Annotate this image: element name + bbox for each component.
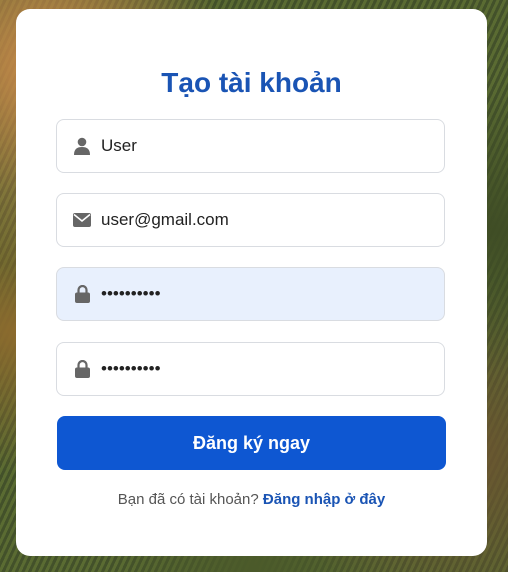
lock-icon xyxy=(73,285,91,303)
page-title: Tạo tài khoản xyxy=(161,67,342,98)
register-button[interactable]: Đăng ký ngay xyxy=(57,416,446,470)
email-input[interactable] xyxy=(101,210,431,230)
login-prompt-text: Bạn đã có tài khoản? xyxy=(117,491,259,508)
password-field[interactable] xyxy=(56,267,445,321)
login-link[interactable]: Đăng nhập ở đây xyxy=(263,491,385,508)
confirm-password-input[interactable] xyxy=(101,359,431,379)
email-field[interactable] xyxy=(56,193,445,247)
user-icon xyxy=(73,137,91,155)
password-input[interactable] xyxy=(101,284,431,304)
register-card: Tạo tài khoản Đăng ký ngay Bạn đã có tài… xyxy=(16,9,487,556)
login-prompt: Bạn đã có tài khoản? Đăng nhập ở đây xyxy=(16,491,487,508)
lock-icon xyxy=(73,360,91,378)
envelope-icon xyxy=(73,211,91,229)
confirm-password-field[interactable] xyxy=(56,342,445,396)
username-field[interactable] xyxy=(56,119,445,173)
username-input[interactable] xyxy=(101,136,431,156)
